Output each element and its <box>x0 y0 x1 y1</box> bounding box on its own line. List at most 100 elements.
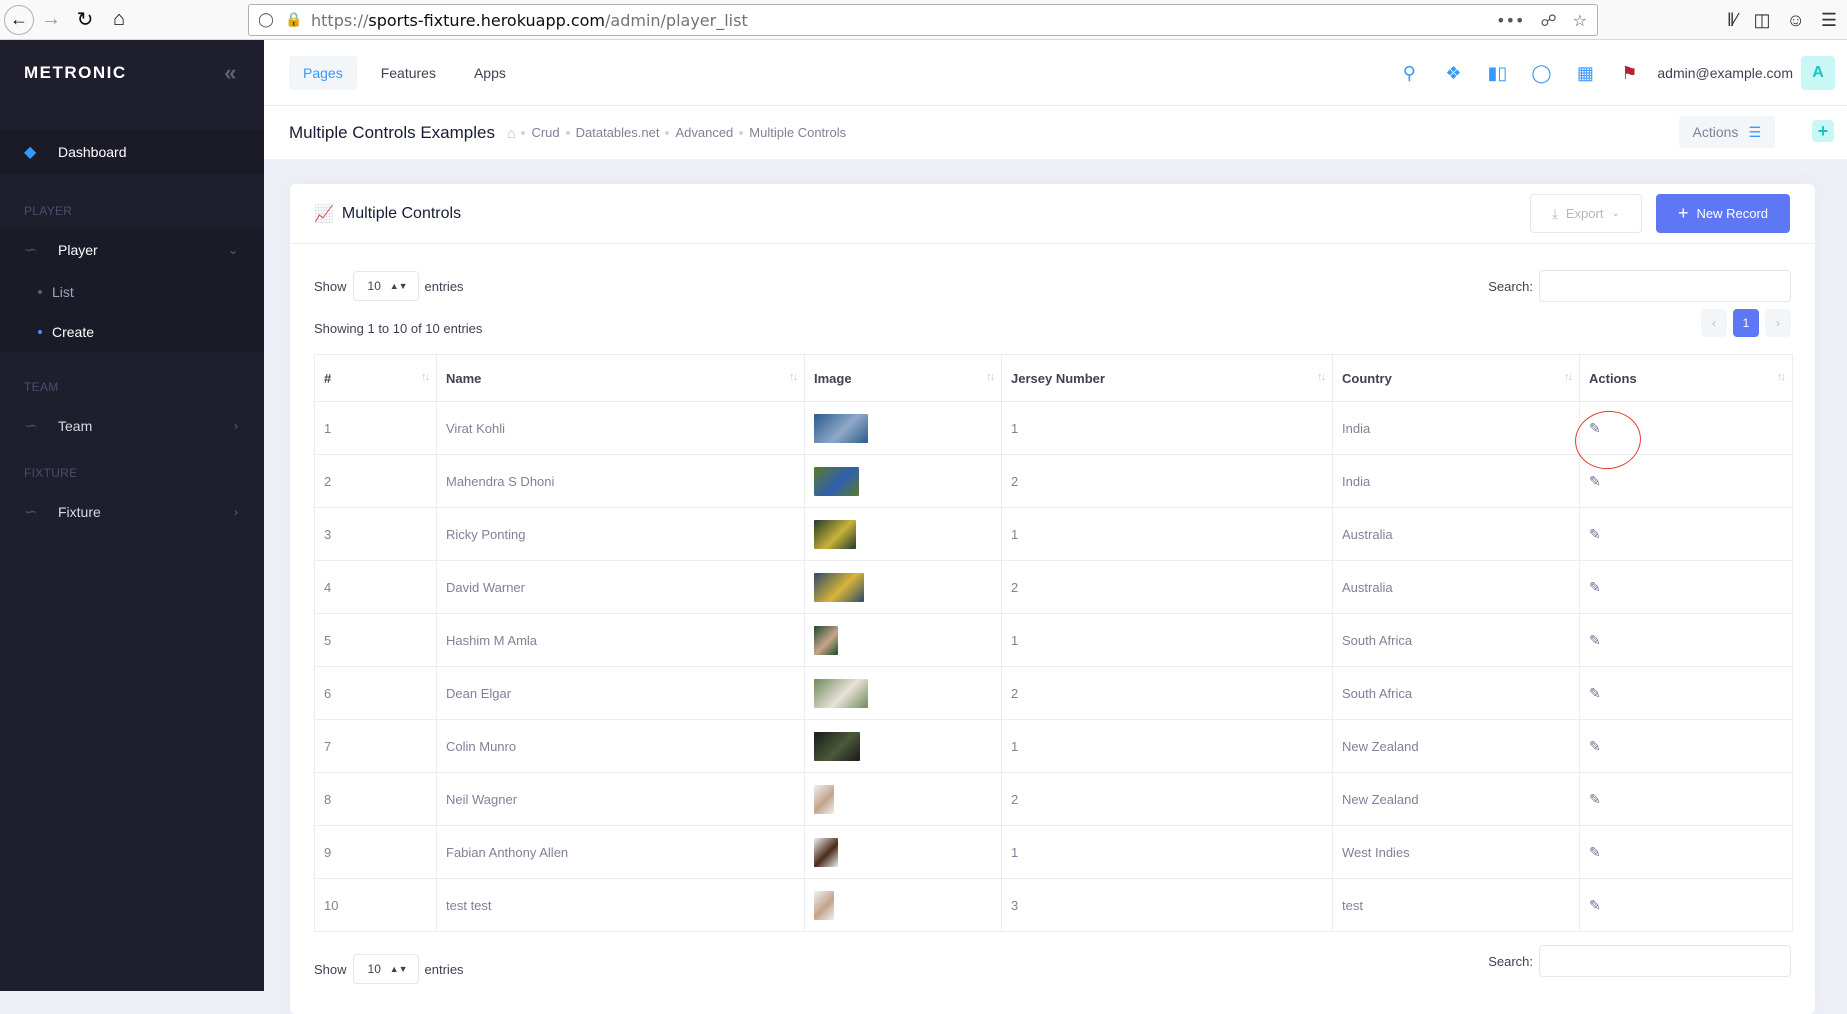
cell-name: test test <box>436 878 805 932</box>
edit-icon[interactable]: ✎ <box>1589 897 1601 913</box>
cell-country: test <box>1332 878 1580 932</box>
breadcrumb-item[interactable]: Crud <box>531 125 559 140</box>
breadcrumb-item[interactable]: Advanced <box>675 125 733 140</box>
more-icon[interactable]: ••• <box>1496 11 1524 30</box>
column-header-image[interactable]: Image ↑↓ <box>804 354 1002 402</box>
apps-grid-icon[interactable]: ▦ <box>1563 53 1607 93</box>
column-header-jersey[interactable]: Jersey Number ↑↓ <box>1001 354 1333 402</box>
cell-id: 5 <box>314 613 437 667</box>
player-thumbnail <box>814 572 864 602</box>
brand-logo[interactable]: METRONIC <box>24 63 127 83</box>
chevron-down-icon: ⌄ <box>227 243 238 257</box>
sidebar-item-player[interactable]: ∽ Player ⌄ <box>0 228 264 272</box>
home-icon[interactable]: ⌂ <box>102 3 136 37</box>
actions-button[interactable]: Actions ☰ <box>1678 116 1775 148</box>
column-header-label: Country <box>1342 370 1392 386</box>
forward-icon[interactable]: → <box>34 3 68 37</box>
cell-country-text: India <box>1342 473 1371 489</box>
entries-label: entries <box>424 278 464 294</box>
cell-actions: ✎ <box>1579 825 1793 879</box>
notifications-icon[interactable]: ❖ <box>1431 53 1475 93</box>
address-bar[interactable]: ◯ 🔒 https://sports-fixture.herokuapp.com… <box>248 4 1598 36</box>
actions-button-label: Actions <box>1692 124 1739 140</box>
home-icon[interactable]: ⌂ <box>507 125 515 141</box>
edit-icon[interactable]: ✎ <box>1589 632 1601 648</box>
table-row: 10 test test 3 test ✎ <box>314 878 1793 932</box>
cell-country: India <box>1332 401 1580 455</box>
cell-name-text: Dean Elgar <box>446 685 512 701</box>
sort-icon: ↑↓ <box>1317 371 1326 383</box>
sidebar-subitem-list[interactable]: List <box>0 272 264 312</box>
edit-icon[interactable]: ✎ <box>1589 738 1601 754</box>
column-header-name[interactable]: Name ↑↓ <box>436 354 805 402</box>
cell-jersey: 2 <box>1001 666 1333 720</box>
sidebar-item-fixture[interactable]: ∽ Fixture › <box>0 490 264 534</box>
back-icon[interactable]: ← <box>4 4 34 35</box>
breadcrumb-item[interactable]: Datatables.net <box>576 125 660 140</box>
tab-apps[interactable]: Apps <box>460 56 520 90</box>
sidebar-toggle-icon[interactable]: ◫ <box>1753 10 1770 31</box>
cell-jersey-text: 1 <box>1011 844 1019 860</box>
edit-icon[interactable]: ✎ <box>1589 844 1601 860</box>
new-record-button[interactable]: + New Record <box>1656 194 1790 233</box>
cell-id: 4 <box>314 560 437 614</box>
pocket-icon[interactable]: ☍ <box>1540 11 1556 30</box>
account-icon[interactable]: ☺ <box>1786 10 1804 31</box>
column-header-actions[interactable]: Actions ↑↓ <box>1579 354 1793 402</box>
show-label: Show <box>314 961 347 977</box>
search-input[interactable] <box>1539 945 1791 977</box>
players-table: # ↑↓ Name ↑↓ Image ↑↓ Jersey Number ↑↓ Count… <box>314 354 1793 932</box>
edit-icon[interactable]: ✎ <box>1589 791 1601 807</box>
breadcrumb-item[interactable]: Multiple Controls <box>749 125 846 140</box>
cell-name: David Warner <box>436 560 805 614</box>
cell-image <box>804 772 1002 826</box>
cell-actions: ✎ <box>1579 613 1793 667</box>
cell-name-text: Virat Kohli <box>446 420 506 436</box>
us-flag-icon[interactable]: ⚑ <box>1607 53 1651 93</box>
avatar[interactable]: A <box>1801 56 1835 90</box>
library-icon[interactable]: ‖⁄ <box>1727 10 1737 31</box>
hamburger-menu-icon[interactable]: ☰ <box>1821 10 1837 31</box>
cell-country-text: New Zealand <box>1342 738 1419 754</box>
cart-icon[interactable]: ◯ <box>1519 53 1563 93</box>
subheader: Multiple Controls Examples ⌂ Crud Datata… <box>264 105 1847 159</box>
search-icon[interactable]: ⚲ <box>1387 53 1431 93</box>
sidebar-subitem-create[interactable]: Create <box>0 312 264 352</box>
sidebar-item-dashboard[interactable]: ◆ Dashboard <box>0 130 264 174</box>
page-length-select[interactable]: 10 ▲▼ <box>352 954 419 984</box>
sidebar-item-team[interactable]: ∽ Team › <box>0 404 264 448</box>
page-length-select[interactable]: 10 ▲▼ <box>352 271 419 301</box>
tab-pages[interactable]: Pages <box>289 55 357 90</box>
page-button[interactable]: 1 <box>1733 309 1759 337</box>
column-header-country[interactable]: Country ↑↓ <box>1332 354 1580 402</box>
stats-icon[interactable]: ▮▯ <box>1475 53 1519 93</box>
edit-icon[interactable]: ✎ <box>1589 685 1601 701</box>
edit-icon[interactable]: ✎ <box>1589 473 1601 489</box>
search-label: Search: <box>1488 953 1533 969</box>
tab-features[interactable]: Features <box>367 56 450 90</box>
cell-id-text: 3 <box>324 526 332 542</box>
export-button[interactable]: ⤓ Export ⌄ <box>1530 194 1642 233</box>
add-button[interactable]: + <box>1812 120 1834 142</box>
edit-icon[interactable]: ✎ <box>1589 579 1601 595</box>
select-arrows-icon: ▲▼ <box>389 964 408 974</box>
column-header-id[interactable]: # ↑↓ <box>314 354 437 402</box>
cell-id-text: 2 <box>324 473 332 489</box>
cell-actions: ✎ <box>1579 772 1793 826</box>
cell-jersey: 1 <box>1001 719 1333 773</box>
breadcrumb-separator <box>665 130 670 135</box>
cell-name: Virat Kohli <box>436 401 805 455</box>
edit-icon[interactable]: ✎ <box>1589 526 1601 542</box>
chevron-down-icon: ⌄ <box>1611 208 1620 219</box>
bookmark-star-icon[interactable]: ☆ <box>1573 11 1587 30</box>
reload-icon[interactable]: ↻ <box>68 3 102 37</box>
cell-jersey-text: 3 <box>1011 897 1019 913</box>
collapse-icon[interactable]: « <box>224 60 238 86</box>
previous-page-button[interactable]: ‹ <box>1701 309 1727 337</box>
player-thumbnail <box>814 519 856 549</box>
user-email[interactable]: admin@example.com <box>1657 65 1793 81</box>
cell-country-text: Australia <box>1342 526 1393 542</box>
search-input[interactable] <box>1539 270 1791 302</box>
sidebar: METRONIC « ◆ Dashboard PLAYER ∽ Player ⌄… <box>0 40 264 991</box>
next-page-button[interactable]: › <box>1765 309 1791 337</box>
